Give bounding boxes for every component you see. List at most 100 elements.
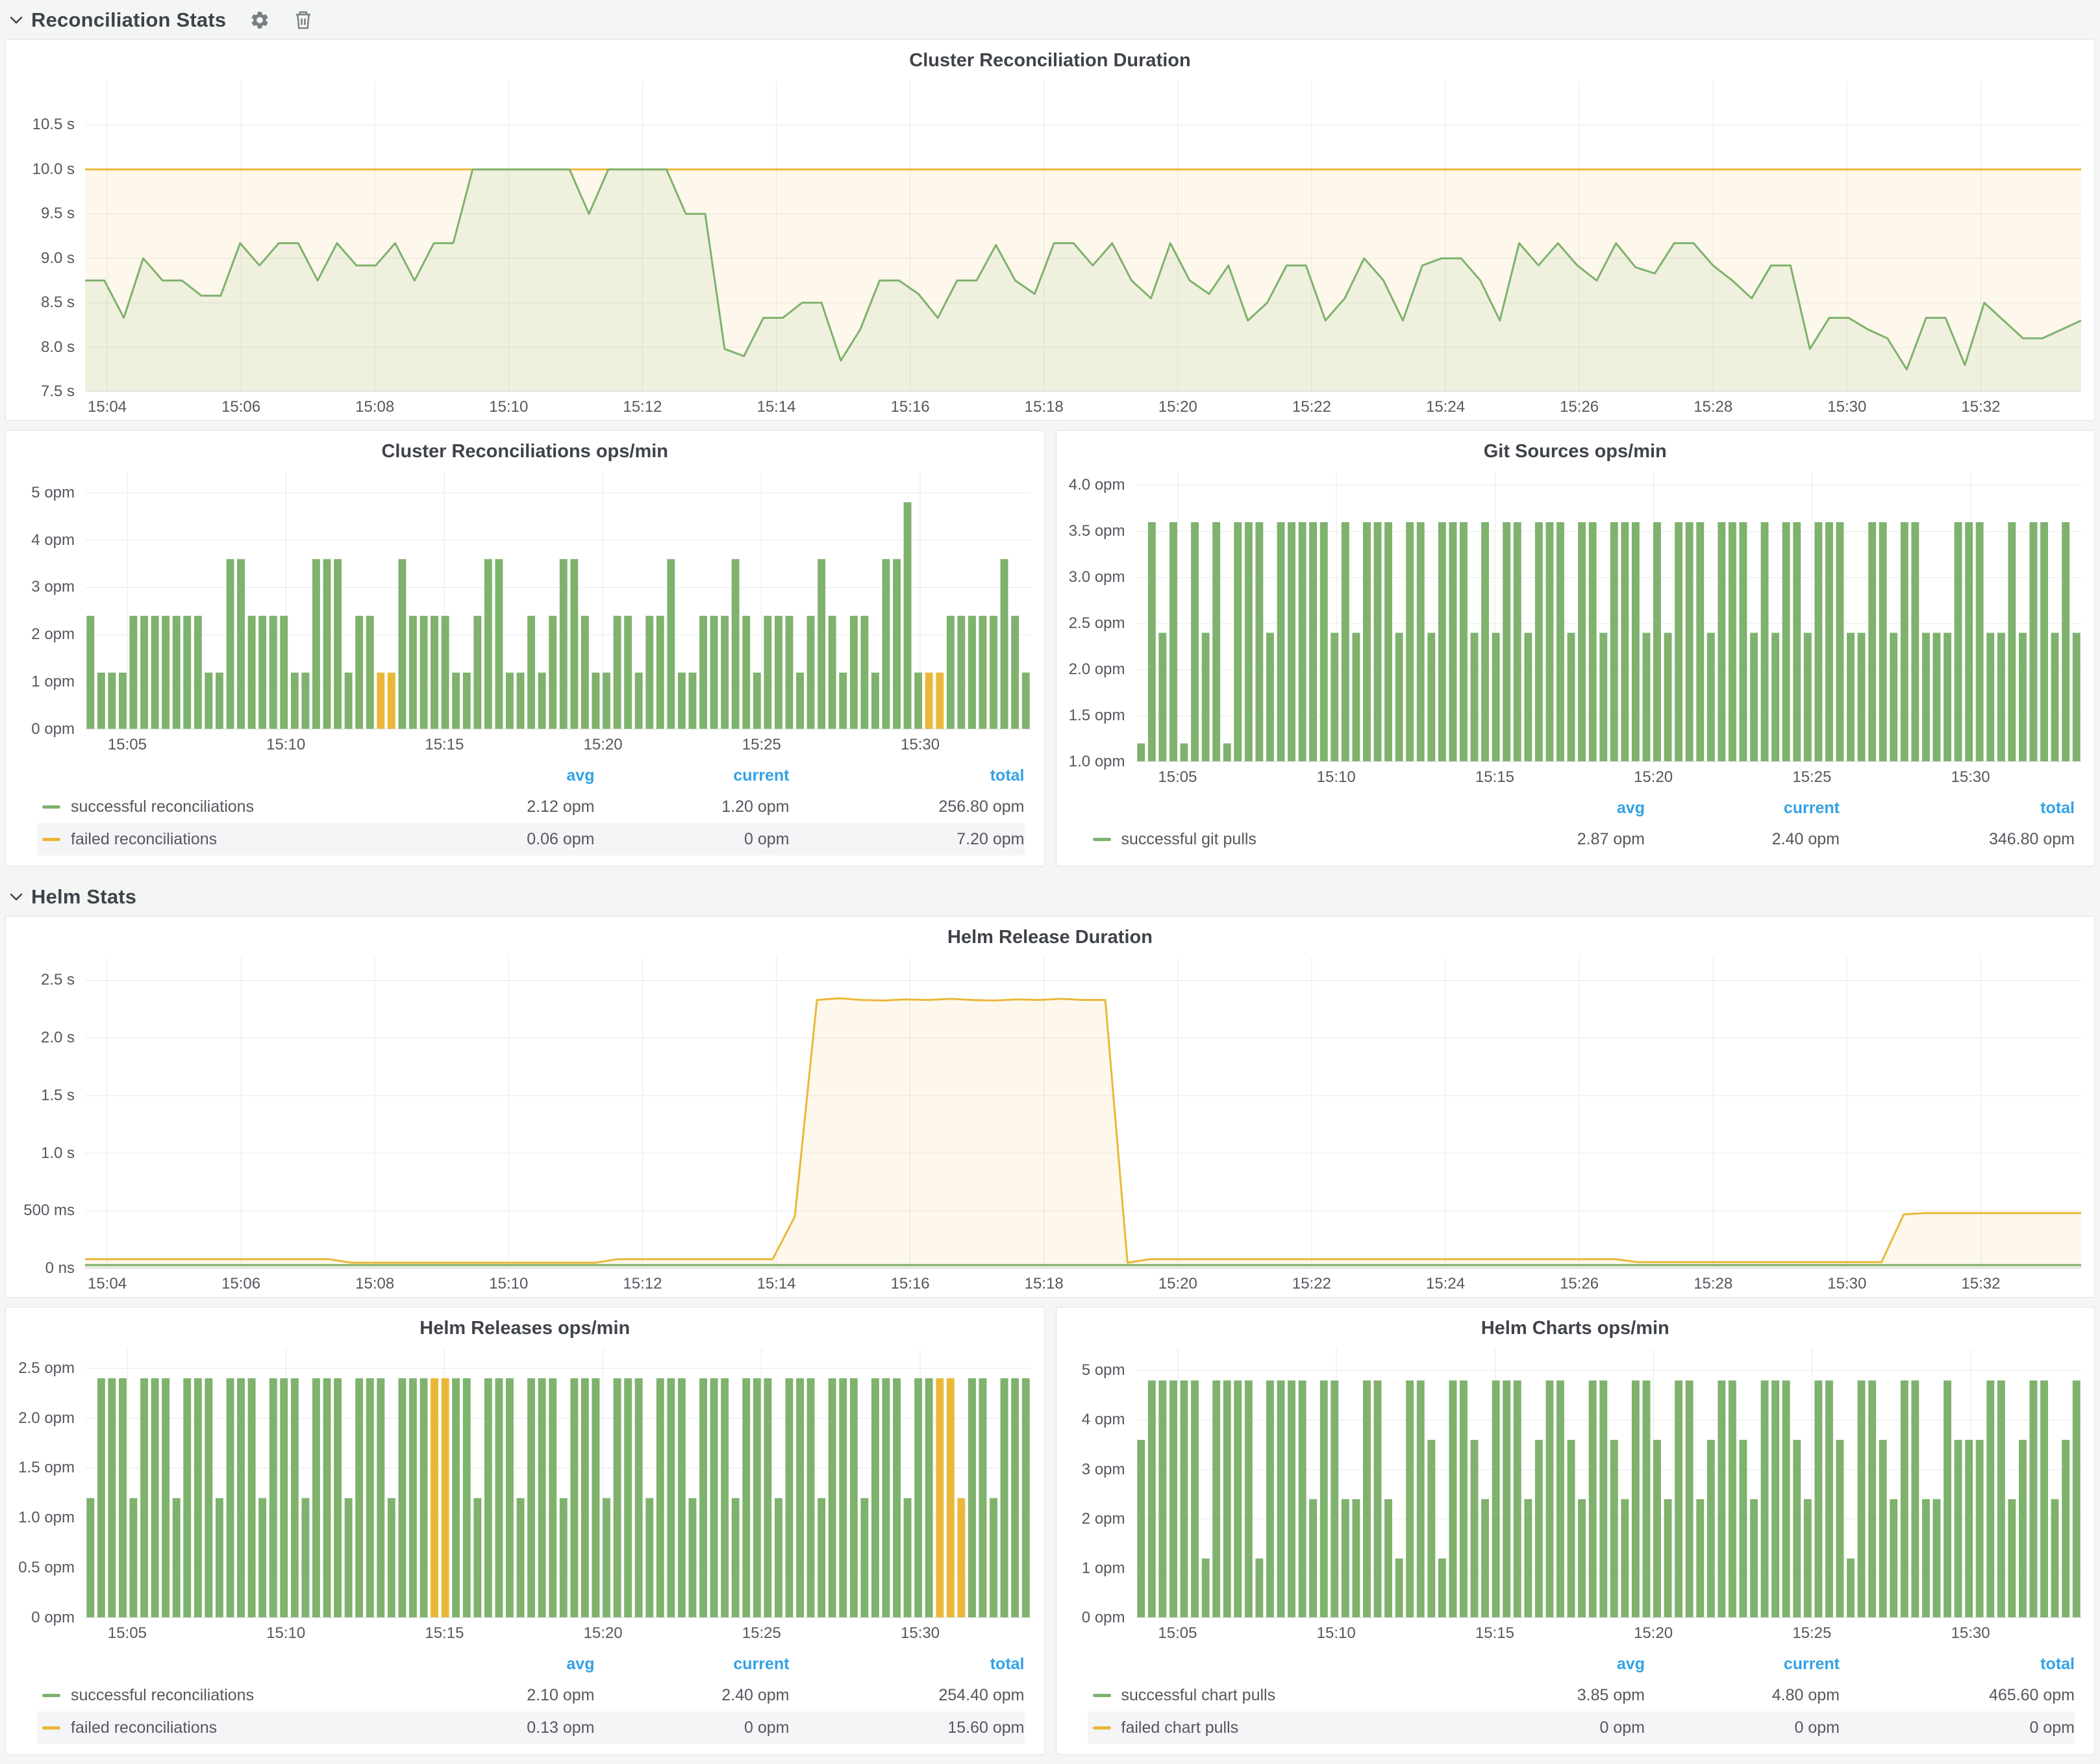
legend-col-total[interactable]: total [790,766,1025,785]
legend-col-current[interactable]: current [595,1655,790,1674]
x-tick-label: 15:10 [1297,768,1375,787]
series-toggle[interactable]: successful git pulls [1093,830,1470,849]
x-axis: 15:0415:0615:0815:1015:1215:1415:1615:18… [85,1268,2081,1297]
x-tick-label: 15:10 [469,398,547,416]
git-sources-ops-chart[interactable]: 4.0 opm3.5 opm3.0 opm2.5 opm2.0 opm1.5 o… [1056,465,2095,790]
legend: avg current total successful reconciliat… [6,1646,1044,1754]
helm-release-duration-chart[interactable]: 2.5 s2.0 s1.5 s1.0 s500 ms0 ns 15:0415:0… [6,951,2094,1297]
legend-col-avg[interactable]: avg [419,766,595,785]
plot-area[interactable] [85,1348,1031,1618]
series-toggle[interactable]: failed reconciliations [42,830,419,849]
y-tick-label: 2 opm [1082,1510,1125,1528]
series-toggle[interactable]: successful chart pulls [1093,1686,1470,1705]
panel-title[interactable]: Git Sources ops/min [1056,431,2095,465]
y-tick-label: 8.0 s [41,338,75,357]
series-name[interactable]: successful git pulls [1121,830,1256,849]
series-toggle[interactable]: successful reconciliations [42,798,419,816]
legend-col-total[interactable]: total [1840,799,2075,818]
stat-total: 254.40 opm [790,1686,1025,1705]
legend-col-avg[interactable]: avg [1469,799,1645,818]
x-tick-label: 15:06 [202,398,280,416]
y-tick-label: 1.5 opm [1069,707,1125,725]
legend-col-current[interactable]: current [595,766,790,785]
y-tick-label: 10.0 s [32,160,75,179]
y-tick-label: 3 opm [1082,1461,1125,1479]
section-reconciliation-stats[interactable]: Reconciliation Stats [5,1,2095,39]
gear-icon[interactable] [249,10,270,31]
section-title[interactable]: Reconciliation Stats [31,8,226,32]
series-name[interactable]: successful reconciliations [71,798,254,816]
helm-releases-ops-chart[interactable]: 2.5 opm2.0 opm1.5 opm1.0 opm0.5 opm0 opm… [6,1342,1044,1646]
legend-row: failed reconciliations 0.06 opm 0 opm 7.… [37,823,1025,855]
x-tick-label: 15:18 [1005,1275,1083,1293]
x-tick-label: 15:15 [405,1624,483,1643]
series-toggle[interactable]: successful reconciliations [42,1686,419,1705]
legend-col-current[interactable]: current [1645,799,1840,818]
series-name[interactable]: failed reconciliations [71,1719,217,1737]
x-tick-label: 15:20 [1139,398,1217,416]
x-tick-label: 15:10 [1297,1624,1375,1643]
x-tick-label: 15:10 [247,1624,325,1643]
plot-area[interactable] [85,81,2081,392]
series-name[interactable]: failed reconciliations [71,830,217,849]
panel-title[interactable]: Helm Releases ops/min [6,1307,1044,1342]
x-tick-label: 15:32 [1942,398,2019,416]
x-tick-label: 15:32 [1942,1275,2019,1293]
x-tick-label: 15:14 [738,398,816,416]
cluster-reconciliation-duration-chart[interactable]: 10.5 s10.0 s9.5 s9.0 s8.5 s8.0 s7.5 s 15… [6,74,2094,420]
y-tick-label: 9.0 s [41,249,75,268]
panel-title[interactable]: Cluster Reconciliation Duration [6,40,2094,74]
series-toggle[interactable]: failed reconciliations [42,1719,419,1737]
cluster-reconciliations-ops-chart[interactable]: 5 opm4 opm3 opm2 opm1 opm0 opm 15:0515:1… [6,465,1044,758]
section-title[interactable]: Helm Stats [31,885,136,909]
legend-col-avg[interactable]: avg [419,1655,595,1674]
x-tick-label: 15:30 [881,736,959,754]
series-name[interactable]: successful chart pulls [1121,1686,1276,1705]
legend-col-avg[interactable]: avg [1469,1655,1645,1674]
series-name[interactable]: failed chart pulls [1121,1719,1239,1737]
helm-charts-ops-chart[interactable]: 5 opm4 opm3 opm2 opm1 opm0 opm 15:0515:1… [1056,1342,2095,1646]
trash-icon[interactable] [294,10,313,31]
panel-title[interactable]: Cluster Reconciliations ops/min [6,431,1044,465]
plot-area[interactable] [1136,1348,2082,1618]
y-tick-label: 500 ms [23,1202,75,1220]
y-tick-label: 10.5 s [32,116,75,134]
legend-col-current[interactable]: current [1645,1655,1840,1674]
plot-area[interactable] [85,472,1031,729]
series-name[interactable]: successful reconciliations [71,1686,254,1705]
y-tick-label: 2.5 opm [1069,614,1125,633]
legend-header: avg current total [37,761,1025,790]
series-toggle[interactable]: failed chart pulls [1093,1719,1470,1737]
y-tick-label: 2.0 opm [1069,661,1125,679]
y-tick-label: 1.0 opm [18,1509,75,1527]
panel-helm-releases-ops: Helm Releases ops/min 2.5 opm2.0 opm1.5 … [5,1307,1045,1755]
stat-current: 0 opm [595,1719,790,1737]
x-tick-label: 15:05 [88,1624,166,1643]
x-tick-label: 15:30 [1808,398,1886,416]
x-tick-label: 15:30 [881,1624,959,1643]
x-tick-label: 15:20 [564,736,642,754]
x-tick-label: 15:20 [1614,768,1692,787]
stat-current: 4.80 opm [1645,1686,1840,1705]
x-tick-label: 15:24 [1406,398,1484,416]
x-tick-label: 15:15 [1456,1624,1534,1643]
plot-area[interactable] [1136,472,2082,762]
section-helm-stats[interactable]: Helm Stats [5,878,2095,916]
x-tick-label: 15:16 [871,1275,949,1293]
series-swatch [42,1694,60,1697]
panel-git-sources-ops: Git Sources ops/min 4.0 opm3.5 opm3.0 op… [1056,430,2095,866]
y-axis: 5 opm4 opm3 opm2 opm1 opm0 opm [1056,1348,1136,1646]
stat-avg: 0 opm [1469,1719,1645,1737]
y-axis: 5 opm4 opm3 opm2 opm1 opm0 opm [6,472,85,758]
legend: avg current total successful chart pulls… [1056,1646,2095,1754]
panel-title[interactable]: Helm Charts ops/min [1056,1307,2095,1342]
stat-avg: 2.12 opm [419,798,595,816]
x-tick-label: 15:06 [202,1275,280,1293]
x-tick-label: 15:28 [1674,398,1752,416]
legend-col-total[interactable]: total [790,1655,1025,1674]
legend-col-total[interactable]: total [1840,1655,2075,1674]
panel-title[interactable]: Helm Release Duration [6,916,2094,951]
plot-area[interactable] [85,957,2081,1268]
y-tick-label: 9.5 s [41,205,75,223]
series-swatch [1093,1694,1111,1697]
